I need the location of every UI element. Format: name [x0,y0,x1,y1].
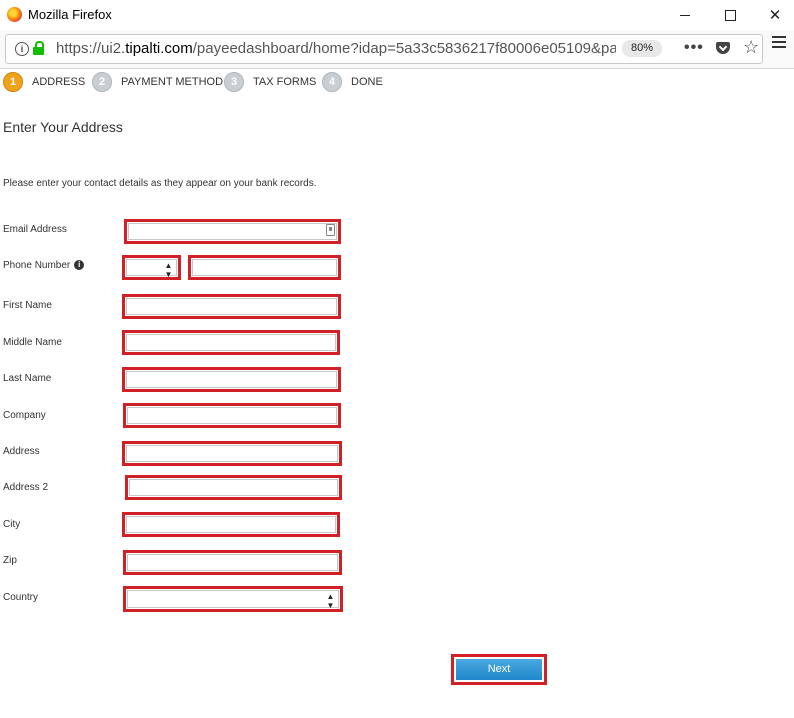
minimize-button[interactable] [662,0,708,30]
zip-label: Zip [3,555,17,566]
address-2-label: Address 2 [3,482,49,493]
step-number-badge: 2 [92,72,112,92]
next-button[interactable]: Next [456,659,542,680]
last-name-input[interactable] [126,371,337,388]
address-input[interactable] [126,445,338,462]
maximize-icon [724,9,736,21]
phone-info-icon[interactable]: i [74,260,85,271]
phone-number-label: Phone Number i [3,260,85,271]
url-path: /payeedashboard/home?idap=5a33c5836217f8… [192,40,616,57]
close-button[interactable]: ✕ [752,0,794,30]
step-label: ADDRESS [32,76,86,88]
city-input[interactable] [126,516,336,533]
country-label: Country [3,592,39,603]
page-actions-more-icon[interactable]: ••• [684,39,704,57]
address-label: Address [3,446,40,457]
page-title: Enter Your Address [3,119,123,135]
middle-name-label: Middle Name [3,337,62,348]
info-icon[interactable]: i [15,42,29,56]
email-input[interactable] [128,223,337,240]
middle-name-field[interactable] [122,330,340,355]
url-text[interactable]: https://ui2.tipalti.com/payeedashboard/h… [56,40,616,57]
address-2-field[interactable] [125,475,342,500]
step-number-badge: 4 [322,72,342,92]
country-select[interactable]: ▲▼ [123,586,343,612]
company-field[interactable] [123,403,341,428]
step-done: 4 DONE [322,72,383,92]
navigation-toolbar: i https://ui2.tipalti.com/payeedashboard… [0,30,794,69]
chevron-updown-icon: ▲▼ [326,592,335,610]
last-name-label: Last Name [3,373,52,384]
maximize-button[interactable] [707,0,753,30]
hamburger-menu-icon[interactable] [772,36,786,48]
password-manager-key-icon[interactable] [326,224,335,236]
url-host: tipalti.com [125,40,193,57]
url-prefix: https://ui2. [56,40,126,57]
phone-country-code-select[interactable]: ▲▼ [122,255,181,280]
last-name-field[interactable] [122,367,341,392]
form-instructions: Please enter your contact details as the… [3,178,317,189]
company-label: Company [3,410,46,421]
step-label: TAX FORMS [253,76,317,88]
city-label: City [3,519,21,530]
url-bar[interactable]: i https://ui2.tipalti.com/payeedashboard… [5,34,763,64]
chevron-updown-icon: ▲▼ [164,261,173,279]
close-icon: ✕ [768,7,782,24]
minimize-icon [680,14,690,16]
first-name-field[interactable] [122,294,341,319]
window-title: Mozilla Firefox [28,7,112,22]
window-titlebar: Mozilla Firefox ✕ [0,0,794,30]
phone-number-field[interactable] [188,255,341,280]
step-label: PAYMENT METHOD [121,76,224,88]
pocket-icon[interactable] [716,42,730,54]
address-field[interactable] [122,441,342,466]
zip-input[interactable] [127,554,338,571]
phone-number-label-text: Phone Number [3,260,71,271]
first-name-input[interactable] [126,298,337,315]
step-address: 1 ADDRESS [3,72,85,92]
lock-icon[interactable] [33,41,44,55]
step-label: DONE [351,76,383,88]
phone-number-input[interactable] [192,259,337,276]
city-field[interactable] [122,512,340,537]
country-select-value [127,590,339,608]
zoom-level-badge[interactable]: 80% [622,40,662,57]
middle-name-input[interactable] [126,334,336,351]
step-payment-method: 2 PAYMENT METHOD [92,72,223,92]
step-number-badge: 1 [3,72,23,92]
step-tax-forms: 3 TAX FORMS [224,72,316,92]
progress-steps: 1 ADDRESS 2 PAYMENT METHOD 3 TAX FORMS 4… [0,72,794,98]
next-button-highlight: Next [451,654,547,685]
email-label: Email Address [3,224,67,235]
step-number-badge: 3 [224,72,244,92]
zip-field[interactable] [123,550,342,575]
firefox-logo-icon [7,7,22,22]
email-field[interactable] [124,219,341,244]
first-name-label: First Name [3,300,52,311]
address-2-input[interactable] [129,479,338,496]
company-input[interactable] [127,407,337,424]
star-icon[interactable]: ☆ [743,37,759,58]
